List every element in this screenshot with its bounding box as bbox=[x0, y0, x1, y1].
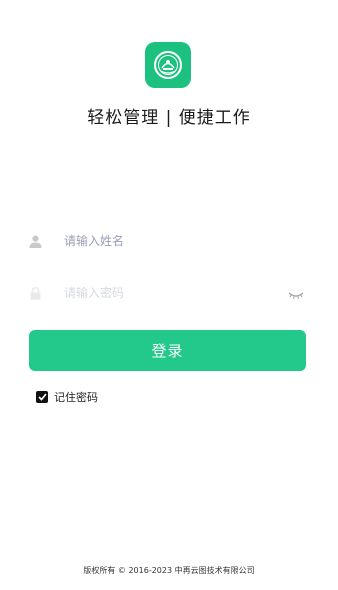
eye-closed-icon[interactable] bbox=[288, 286, 304, 299]
lock-icon bbox=[28, 286, 42, 300]
password-input[interactable] bbox=[64, 281, 264, 305]
remember-checkbox[interactable] bbox=[36, 391, 48, 403]
login-button[interactable]: 登录 bbox=[29, 330, 306, 371]
password-field bbox=[28, 278, 308, 308]
username-field bbox=[28, 226, 308, 256]
username-input[interactable] bbox=[64, 229, 264, 253]
emblem-icon bbox=[154, 51, 182, 79]
remember-label: 记住密码 bbox=[54, 391, 98, 404]
user-icon bbox=[28, 234, 42, 248]
copyright-text: 版权所有 © 2016-2023 中再云图技术有限公司 bbox=[83, 566, 255, 575]
app-logo bbox=[145, 42, 191, 88]
remember-password[interactable]: 记住密码 bbox=[36, 389, 98, 405]
app-tagline: 轻松管理 | 便捷工作 bbox=[87, 108, 251, 128]
